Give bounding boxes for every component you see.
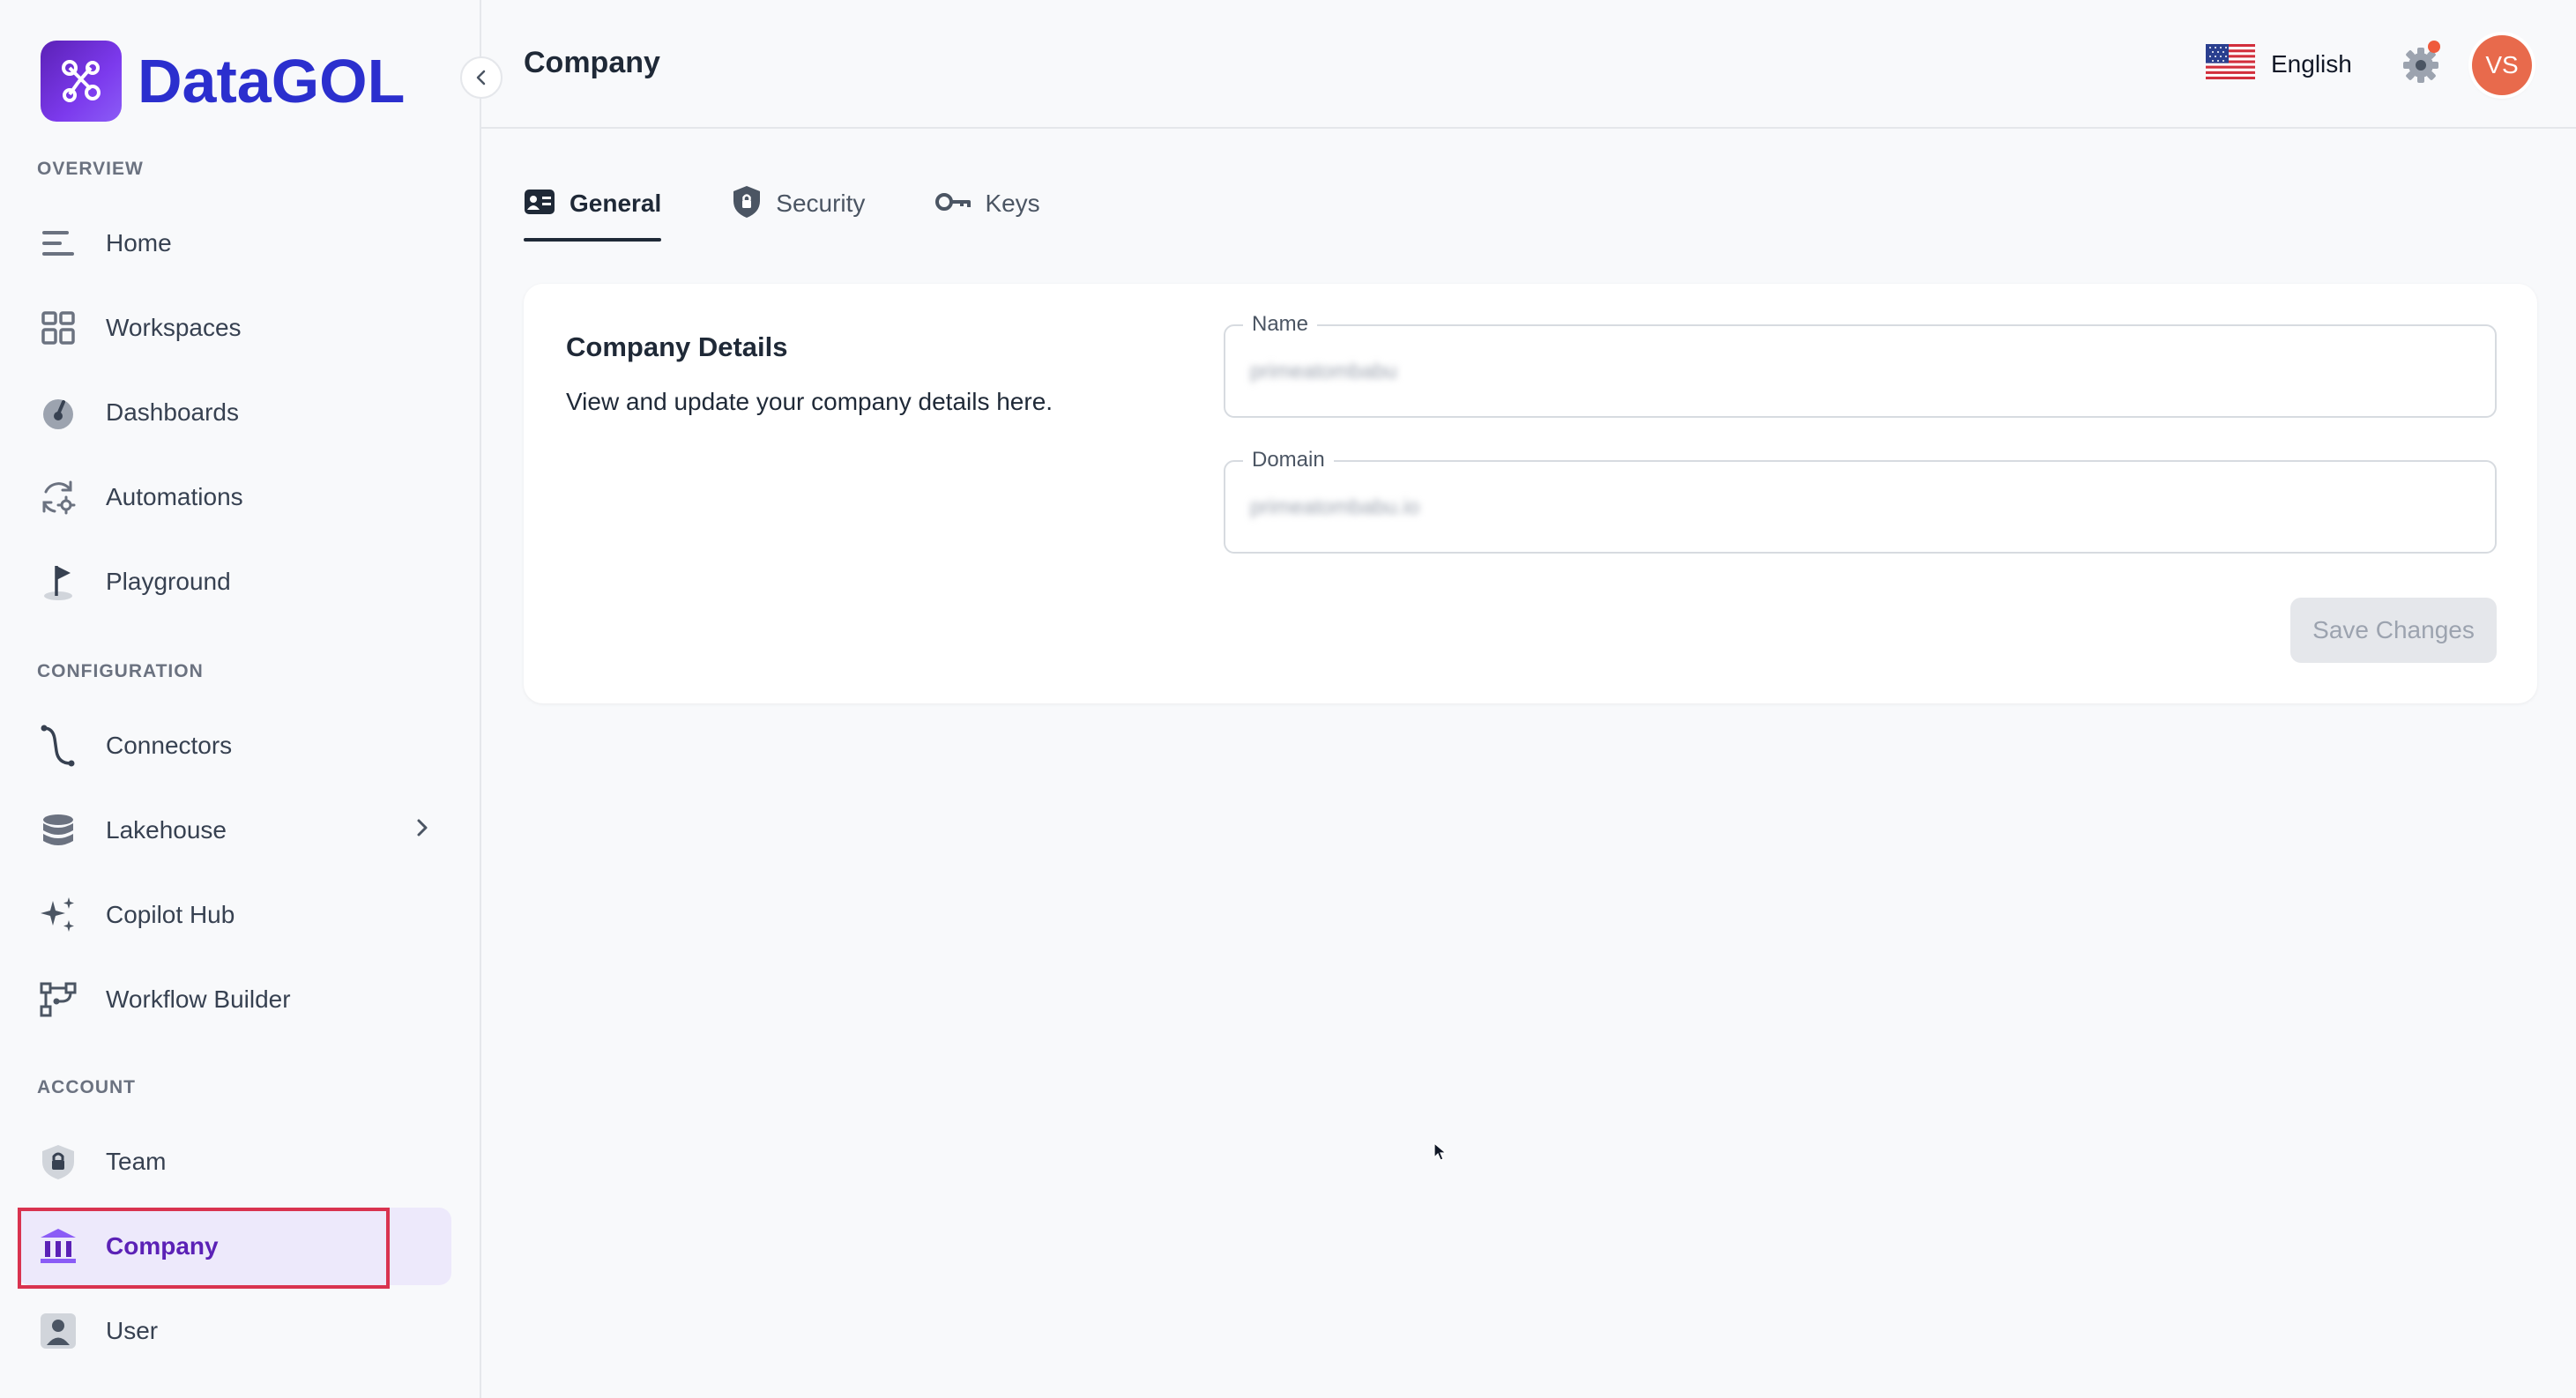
save-changes-button[interactable]: Save Changes — [2290, 598, 2497, 663]
collapse-sidebar-button[interactable] — [460, 56, 503, 99]
sidebar-item-workflow-builder[interactable]: Workflow Builder — [18, 961, 451, 1038]
sidebar-item-label: Workspaces — [106, 314, 242, 341]
notification-dot — [2428, 41, 2440, 53]
sidebar-item-company[interactable]: Company — [18, 1208, 451, 1285]
sidebar-item-label: Workflow Builder — [106, 985, 291, 1013]
flag-icon — [37, 561, 79, 603]
shield-icon — [732, 185, 762, 223]
us-flag-icon — [2206, 44, 2255, 84]
tab-general[interactable]: General — [524, 173, 662, 242]
company-details-card: Company Details View and update your com… — [524, 284, 2537, 703]
top-header: Company English VS — [481, 0, 2576, 129]
sidebar-item-workspaces[interactable]: Workspaces — [18, 289, 451, 367]
bank-icon — [37, 1225, 79, 1268]
chevron-left-icon — [476, 70, 486, 86]
section-overview: OVERVIEW — [37, 159, 144, 179]
sidebar-item-label: Team — [106, 1148, 167, 1175]
sidebar-item-label: Connectors — [106, 732, 233, 759]
card-title: Company Details — [566, 331, 788, 362]
sidebar-item-playground[interactable]: Playground — [18, 543, 451, 621]
tab-keys[interactable]: Keys — [935, 173, 1040, 242]
sidebar-item-user[interactable]: User — [18, 1292, 451, 1370]
tab-security[interactable]: Security — [732, 173, 865, 242]
sidebar-item-label: Lakehouse — [106, 816, 227, 844]
database-icon — [37, 809, 79, 851]
tab-bar: General Security Keys — [524, 173, 1111, 242]
sidebar-item-team[interactable]: Team — [18, 1123, 451, 1201]
mouse-cursor-icon — [1433, 1141, 1448, 1166]
datagol-logo-icon — [41, 41, 122, 122]
user-icon — [37, 1310, 79, 1352]
app: DataGOL OVERVIEW Home Workspaces Dashboa… — [0, 0, 2576, 1398]
chevron-right-icon[interactable] — [414, 816, 430, 844]
domain-field: Domain — [1224, 448, 2497, 554]
sidebar-item-dashboards[interactable]: Dashboards — [18, 374, 451, 451]
grid-icon — [37, 307, 79, 349]
tab-label: Security — [776, 190, 866, 217]
sidebar-item-label: Automations — [106, 483, 243, 510]
gauge-icon — [37, 391, 79, 434]
sidebar-item-label: Dashboards — [106, 398, 239, 426]
brand[interactable]: DataGOL — [41, 41, 405, 122]
sidebar-item-label: Company — [106, 1232, 219, 1260]
workflow-icon — [37, 978, 79, 1021]
name-input[interactable] — [1250, 356, 2467, 388]
sidebar-item-label: Playground — [106, 568, 231, 595]
user-avatar[interactable]: VS — [2472, 35, 2532, 95]
domain-field-label: Domain — [1243, 448, 1334, 472]
sidebar-item-home[interactable]: Home — [18, 204, 451, 282]
id-card-icon — [524, 189, 555, 219]
tab-label: General — [570, 190, 662, 217]
section-account: ACCOUNT — [37, 1077, 136, 1097]
sidebar-item-lakehouse[interactable]: Lakehouse — [18, 792, 451, 869]
sidebar-item-connectors[interactable]: Connectors — [18, 707, 451, 785]
name-field-label: Name — [1243, 312, 1318, 337]
refresh-gear-icon — [37, 476, 79, 518]
page-title: Company — [524, 46, 660, 79]
tab-label: Keys — [985, 190, 1040, 217]
key-icon — [935, 190, 972, 218]
name-field: Name — [1224, 312, 2497, 418]
card-description: View and update your company details her… — [566, 388, 1053, 415]
domain-input[interactable] — [1250, 492, 2467, 524]
sidebar-item-label: User — [106, 1317, 159, 1344]
sidebar-item-copilot-hub[interactable]: Copilot Hub — [18, 876, 451, 954]
home-lines-icon — [37, 222, 79, 264]
brand-name: DataGOL — [138, 47, 406, 115]
settings-button[interactable] — [2396, 41, 2446, 90]
section-configuration: CONFIGURATION — [37, 661, 204, 681]
sidebar-item-label: Home — [106, 229, 172, 257]
language-selector[interactable]: English — [2206, 44, 2352, 84]
sidebar-item-automations[interactable]: Automations — [18, 458, 451, 536]
sidebar: DataGOL OVERVIEW Home Workspaces Dashboa… — [0, 0, 481, 1398]
sparkles-icon — [37, 894, 79, 936]
lock-badge-icon — [37, 1141, 79, 1183]
connector-icon — [37, 725, 79, 767]
language-label: English — [2271, 49, 2352, 78]
sidebar-item-label: Copilot Hub — [106, 901, 235, 928]
